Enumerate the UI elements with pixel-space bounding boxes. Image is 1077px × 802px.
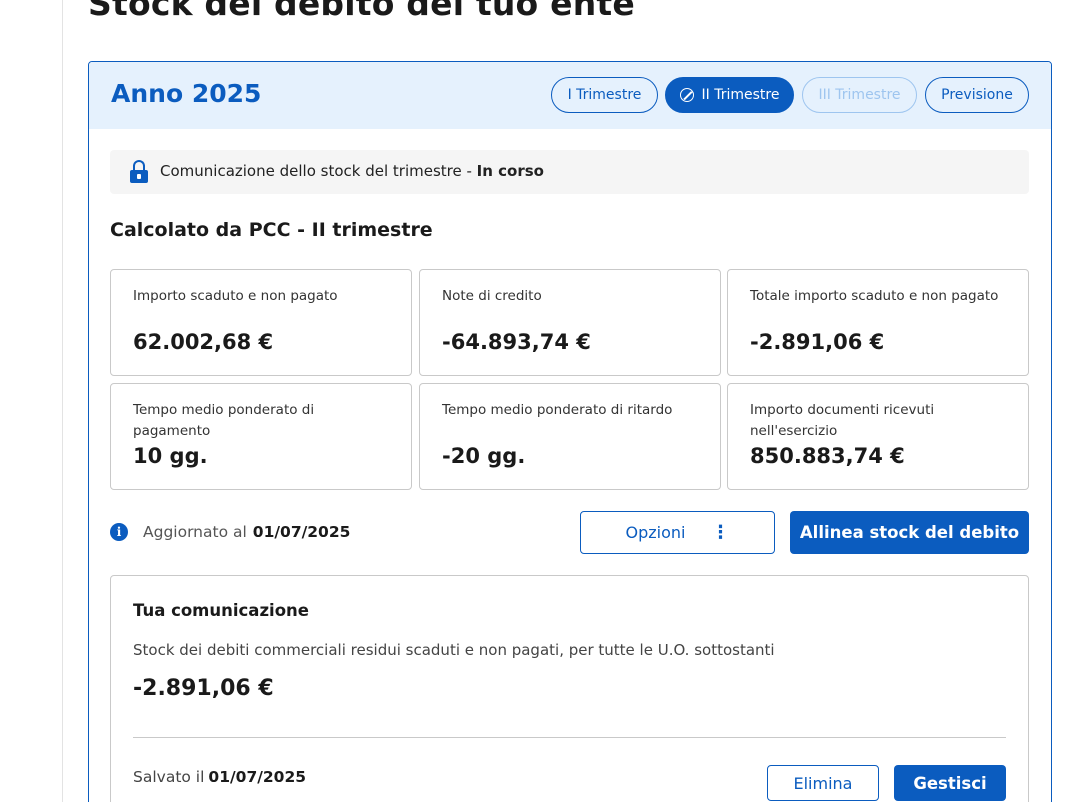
tab-forecast[interactable]: Previsione <box>925 77 1029 113</box>
status-banner: Comunicazione dello stock del trimestre … <box>110 150 1029 194</box>
saved-prefix: Salvato il <box>133 768 205 786</box>
updated-at: Aggiornato al 01/07/2025 <box>143 523 350 541</box>
banner-text: Comunicazione dello stock del trimestre … <box>160 162 544 180</box>
metric-card-total-overdue: Totale importo scaduto e non pagato -2.8… <box>727 269 1029 376</box>
check-circle-icon <box>679 88 694 102</box>
metric-value: -20 gg. <box>442 444 526 468</box>
tab-second-quarter[interactable]: II Trimestre <box>665 77 794 113</box>
updated-prefix: Aggiornato al <box>143 523 247 541</box>
metric-label: Tempo medio ponderato di ritardo <box>442 402 673 418</box>
year-card: Anno 2025 I Trimestre II Trimestre III T… <box>88 61 1052 802</box>
communication-description: Stock dei debiti commerciali residui sca… <box>133 641 775 659</box>
tab-first-quarter[interactable]: I Trimestre <box>551 77 658 113</box>
align-debt-stock-button[interactable]: Allinea stock del debito <box>790 511 1029 554</box>
card-header: Anno 2025 I Trimestre II Trimestre III T… <box>89 62 1051 129</box>
divider <box>133 737 1006 738</box>
saved-at: Salvato il 01/07/2025 <box>133 768 306 786</box>
metric-card-documents-received: Importo documenti ricevuti nell'esercizi… <box>727 383 1029 490</box>
delete-button[interactable]: Elimina <box>767 765 879 801</box>
metric-value: -2.891,06 € <box>750 330 885 354</box>
metric-card-delay-time: Tempo medio ponderato di ritardo -20 gg. <box>419 383 721 490</box>
more-vertical-icon: ⋮ <box>711 521 730 543</box>
metric-value: -64.893,74 € <box>442 330 591 354</box>
saved-date: 01/07/2025 <box>208 768 307 786</box>
metric-card-overdue-unpaid: Importo scaduto e non pagato 62.002,68 € <box>110 269 412 376</box>
tab-third-quarter: III Trimestre <box>802 77 917 113</box>
info-icon: i <box>110 523 128 541</box>
tab-label: II Trimestre <box>701 87 780 103</box>
metric-card-payment-time: Tempo medio ponderato di pagamento 10 gg… <box>110 383 412 490</box>
metric-label: Tempo medio ponderato di pagamento <box>133 402 315 439</box>
options-label: Opzioni <box>625 523 686 542</box>
metric-value: 62.002,68 € <box>133 330 274 354</box>
communication-panel: Tua comunicazione Stock dei debiti comme… <box>110 575 1029 802</box>
metric-label: Totale importo scaduto e non pagato <box>750 288 999 304</box>
metric-label: Importo documenti ricevuti nell'esercizi… <box>750 402 935 439</box>
communication-value: -2.891,06 € <box>133 676 274 701</box>
tab-label: I Trimestre <box>567 87 642 103</box>
left-divider <box>62 0 63 802</box>
metric-value: 850.883,74 € <box>750 444 905 468</box>
metric-label: Note di credito <box>442 288 542 304</box>
updated-date: 01/07/2025 <box>252 523 351 541</box>
options-button[interactable]: Opzioni ⋮ <box>580 511 775 554</box>
status-label: In corso <box>476 162 544 180</box>
page-title: Stock del debito del tuo ente <box>88 0 635 23</box>
tab-label: Previsione <box>941 87 1013 103</box>
tab-label: III Trimestre <box>818 87 901 103</box>
metric-label: Importo scaduto e non pagato <box>133 288 338 304</box>
section-title: Calcolato da PCC - II trimestre <box>110 219 433 241</box>
metric-value: 10 gg. <box>133 444 208 468</box>
lock-icon <box>130 160 148 184</box>
year-title: Anno 2025 <box>111 79 262 108</box>
banner-message: Comunicazione dello stock del trimestre … <box>160 162 477 180</box>
manage-button[interactable]: Gestisci <box>894 765 1006 801</box>
communication-title: Tua comunicazione <box>133 601 309 620</box>
metric-card-credit-notes: Note di credito -64.893,74 € <box>419 269 721 376</box>
